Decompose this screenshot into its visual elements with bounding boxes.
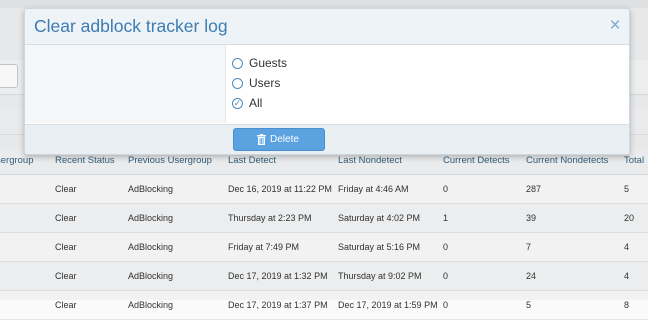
- option-label-guests: Guests: [249, 56, 288, 70]
- radio-all-checked[interactable]: ✓: [232, 98, 243, 109]
- dialog-body: Guests Users ✓ All: [25, 45, 629, 123]
- dialog-label-column: [25, 45, 226, 123]
- dialog-header: Clear adblock tracker log ×: [25, 9, 629, 45]
- delete-button-label: Delete: [270, 134, 299, 145]
- close-icon[interactable]: ×: [605, 15, 625, 37]
- dialog-title: Clear adblock tracker log: [34, 16, 228, 36]
- radio-guests[interactable]: [232, 58, 243, 69]
- option-label-all: All: [249, 96, 263, 110]
- radio-users[interactable]: [232, 78, 243, 89]
- clear-log-dialog: Clear adblock tracker log × Guests Users…: [24, 8, 630, 155]
- trash-icon: [257, 134, 266, 145]
- option-label-users: Users: [249, 76, 281, 90]
- dialog-footer: Delete: [25, 124, 629, 154]
- delete-button[interactable]: Delete: [233, 128, 325, 151]
